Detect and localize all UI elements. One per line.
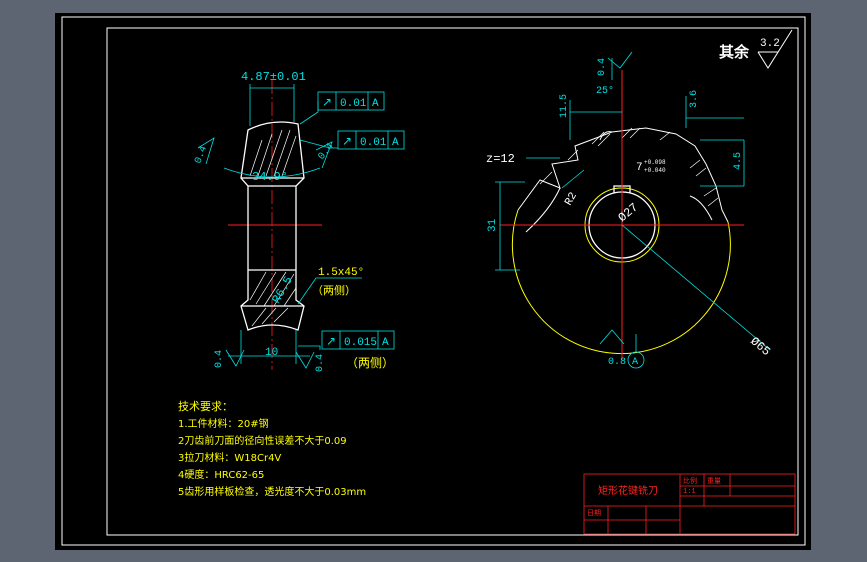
dim-3-6: 3.6	[689, 90, 700, 108]
notes-heading: 技术要求：	[178, 400, 233, 413]
weight-label: 重量	[707, 477, 721, 485]
gdt-2-tolerance: 0.01	[360, 137, 387, 149]
drawing-canvas[interactable]: 其余 3.2 4.87±0.01 34.9° 0.4 0.4 ↗ 0.01 A …	[0, 0, 867, 562]
gdt-3-note: （两侧）	[346, 356, 394, 370]
dim-11-5: 11.5	[559, 94, 570, 118]
note-line: 1.工件材料：20#钢	[178, 417, 269, 430]
side-thickness: 10	[265, 347, 278, 359]
note-line: 3拉刀材料：W18Cr4V	[178, 451, 281, 464]
default-roughness-label: 其余	[719, 43, 750, 61]
side-roughness-right-bottom: 0.4	[315, 354, 326, 372]
gdt-3-datum: A	[382, 337, 389, 349]
keyway-width: 7	[636, 162, 643, 174]
tooth-count: z=12	[486, 152, 515, 166]
front-roughness-bottom: 0.8	[608, 357, 626, 368]
side-chamfer: 1.5x45°	[318, 267, 364, 279]
note-line: 5齿形用样板检查，透光度不大于0.03mm	[178, 485, 366, 498]
note-line: 4硬度：HRC62-65	[178, 468, 264, 481]
front-height: 31	[487, 218, 499, 232]
ratio-label: 比例	[683, 476, 697, 485]
front-roughness-top: 0.4	[597, 58, 608, 76]
date-label: 日期	[587, 509, 601, 517]
side-angle: 34.9°	[252, 170, 288, 184]
keyway-tol-upper: +0.098	[644, 159, 666, 166]
side-width-tolerance: 4.87±0.01	[241, 70, 306, 84]
dim-4-5: 4.5	[733, 152, 744, 170]
note-line: 2刀齿前刀面的径向性误差不大于0.09	[178, 434, 347, 447]
side-roughness-left-bottom: 0.4	[214, 350, 225, 368]
runout-arrow-icon: ↗	[322, 95, 332, 109]
rake-angle: 25°	[596, 85, 614, 97]
gdt-1-tolerance: 0.01	[340, 98, 367, 110]
side-chamfer-note: （两侧）	[312, 284, 356, 297]
gdt-2-datum: A	[392, 137, 399, 149]
part-name: 矩形花键铣刀	[598, 484, 658, 497]
runout-arrow-icon: ↗	[326, 334, 336, 348]
keyway-tol-lower: +0.040	[644, 167, 666, 174]
front-datum: A	[632, 357, 638, 368]
gdt-3-tolerance: 0.015	[344, 337, 377, 349]
gdt-1-datum: A	[372, 98, 379, 110]
runout-arrow-icon: ↗	[342, 134, 352, 148]
default-roughness-value: 3.2	[760, 38, 780, 50]
cad-viewport: 其余 3.2 4.87±0.01 34.9° 0.4 0.4 ↗ 0.01 A …	[0, 0, 867, 562]
ratio-value: 1:1	[683, 488, 696, 496]
